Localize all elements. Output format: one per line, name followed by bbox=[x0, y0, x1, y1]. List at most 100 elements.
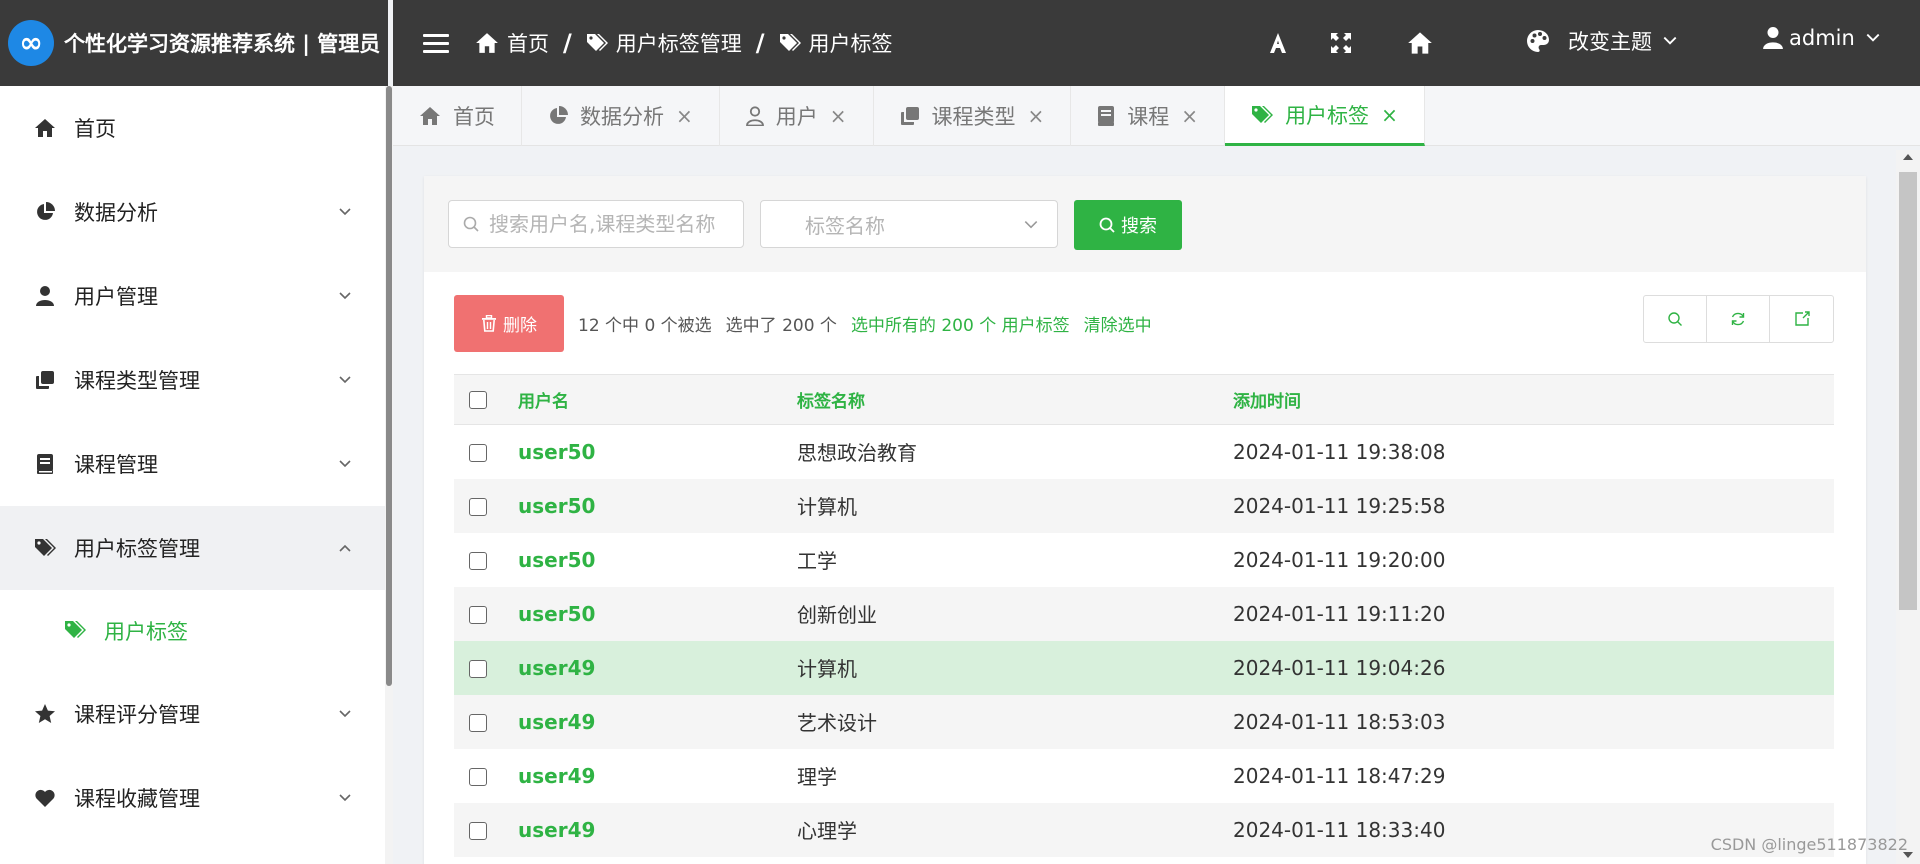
close-icon[interactable]: × bbox=[1028, 104, 1045, 128]
breadcrumb-label: 首页 bbox=[507, 32, 549, 56]
row-checkbox[interactable] bbox=[469, 660, 487, 678]
home-shortcut-icon[interactable] bbox=[1405, 28, 1435, 58]
added-time-cell: 2024-01-11 19:20:00 bbox=[1233, 547, 1446, 572]
column-header-tag-name[interactable]: 标签名称 bbox=[797, 374, 1233, 425]
chevron-down-icon bbox=[339, 376, 351, 384]
refresh-button[interactable] bbox=[1707, 296, 1770, 342]
pie-chart-icon bbox=[34, 201, 56, 223]
column-header-added-time[interactable]: 添加时间 bbox=[1233, 374, 1834, 425]
pie-chart-icon bbox=[550, 106, 568, 124]
tags-icon bbox=[64, 620, 86, 642]
selection-count: 12 个中 0 个被选 bbox=[578, 316, 712, 336]
sidebar-item-label: 用户管理 bbox=[74, 285, 158, 309]
clear-selection-link[interactable]: 清除选中 bbox=[1084, 311, 1152, 336]
table-row: user50 计算机 2024-01-11 19:25:58 bbox=[454, 478, 1834, 533]
sidebar-scrollbar-thumb[interactable] bbox=[386, 86, 392, 686]
breadcrumb-item-home[interactable]: 首页 bbox=[475, 28, 549, 58]
tags-icon bbox=[586, 34, 608, 51]
close-icon[interactable]: × bbox=[676, 104, 693, 128]
fullscreen-icon[interactable] bbox=[1326, 28, 1356, 58]
close-icon[interactable]: × bbox=[830, 104, 847, 128]
sidebar-item-course-rating-management[interactable]: 课程评分管理 bbox=[0, 672, 388, 756]
breadcrumb-separator: / bbox=[563, 29, 572, 57]
sidebar-item-user-management[interactable]: 用户管理 bbox=[0, 254, 388, 338]
sidebar-item-label: 课程评分管理 bbox=[74, 703, 200, 727]
select-all-checkbox[interactable] bbox=[469, 390, 487, 409]
tab-user-tag[interactable]: 用户标签 × bbox=[1225, 86, 1425, 146]
tab-data-analysis[interactable]: 数据分析 × bbox=[522, 86, 720, 146]
search-field[interactable] bbox=[448, 200, 744, 248]
sidebar-scrollbar[interactable] bbox=[385, 86, 393, 864]
added-time-cell: 2024-01-11 18:47:29 bbox=[1233, 763, 1446, 788]
content-scrollbar-thumb[interactable] bbox=[1899, 172, 1917, 610]
breadcrumb: 首页 / 用户标签管理 / 用户标签 bbox=[475, 28, 893, 58]
close-icon[interactable]: × bbox=[1181, 104, 1198, 128]
sidebar-item-user-tag-management[interactable]: 用户标签管理 bbox=[0, 506, 388, 590]
trash-icon bbox=[482, 315, 496, 332]
tags-icon bbox=[1252, 105, 1274, 123]
scroll-up-arrow-icon[interactable] bbox=[1903, 154, 1913, 160]
sidebar-item-data-analysis[interactable]: 数据分析 bbox=[0, 170, 388, 254]
tab-home[interactable]: 首页 bbox=[393, 86, 522, 146]
font-size-icon[interactable] bbox=[1263, 28, 1293, 58]
export-button[interactable] bbox=[1770, 296, 1833, 342]
book-icon bbox=[1098, 106, 1115, 126]
search-input[interactable] bbox=[489, 212, 729, 236]
user-menu[interactable]: admin bbox=[1763, 26, 1881, 50]
tags-icon bbox=[779, 34, 801, 51]
username-cell[interactable]: user49 bbox=[518, 694, 797, 749]
tab-label: 数据分析 bbox=[580, 105, 664, 129]
menu-toggle-icon[interactable] bbox=[423, 30, 449, 56]
row-checkbox[interactable] bbox=[469, 822, 487, 840]
table-row: user49 理学 2024-01-11 18:47:29 bbox=[454, 749, 1834, 803]
clone-icon bbox=[34, 369, 56, 391]
sidebar-subitem-label: 用户标签 bbox=[104, 620, 188, 644]
row-checkbox[interactable] bbox=[469, 768, 487, 786]
breadcrumb-item-user-tag: 用户标签 bbox=[779, 28, 893, 58]
added-time-cell: 2024-01-11 18:53:03 bbox=[1233, 694, 1834, 749]
tab-course[interactable]: 课程 × bbox=[1071, 86, 1226, 146]
search-button[interactable]: 搜索 bbox=[1074, 200, 1182, 250]
search-icon bbox=[1099, 217, 1115, 233]
select-all-link[interactable]: 选中所有的 200 个 用户标签 bbox=[851, 311, 1070, 336]
table-row: user49 心理学 2024-01-11 18:33:40 bbox=[454, 802, 1834, 857]
username-cell[interactable]: user49 bbox=[518, 749, 797, 803]
row-checkbox[interactable] bbox=[469, 714, 487, 732]
sidebar-item-course-type-management[interactable]: 课程类型管理 bbox=[0, 338, 388, 422]
added-time-cell: 2024-01-11 19:38:08 bbox=[1233, 439, 1446, 464]
sidebar-item-course-favorite-management[interactable]: 课程收藏管理 bbox=[0, 756, 388, 840]
toggle-search-button[interactable] bbox=[1644, 296, 1707, 342]
tag-name-select[interactable]: 标签名称 bbox=[760, 200, 1058, 248]
username-cell[interactable]: user50 bbox=[518, 478, 797, 533]
username-cell[interactable]: user50 bbox=[518, 425, 797, 479]
theme-switcher[interactable]: 改变主题 bbox=[1526, 26, 1678, 56]
username-cell[interactable]: user49 bbox=[518, 802, 797, 857]
sidebar-item-label: 课程收藏管理 bbox=[74, 787, 200, 811]
sidebar-item-home[interactable]: 首页 bbox=[0, 86, 388, 170]
close-icon[interactable]: × bbox=[1381, 103, 1398, 127]
chevron-down-icon bbox=[1024, 221, 1038, 229]
chevron-down-icon bbox=[339, 292, 351, 300]
row-checkbox[interactable] bbox=[469, 552, 487, 570]
username-cell[interactable]: user50 bbox=[518, 586, 797, 641]
tab-user[interactable]: 用户 × bbox=[720, 86, 874, 146]
tab-course-type[interactable]: 课程类型 × bbox=[874, 86, 1072, 146]
row-checkbox[interactable] bbox=[469, 606, 487, 624]
sidebar-subitem-user-tag[interactable]: 用户标签 bbox=[0, 590, 388, 672]
sidebar-item-course-management[interactable]: 课程管理 bbox=[0, 422, 388, 506]
row-checkbox[interactable] bbox=[469, 498, 487, 516]
delete-button[interactable]: 删除 bbox=[454, 295, 564, 352]
content-scrollbar[interactable] bbox=[1896, 150, 1920, 864]
search-icon bbox=[1668, 312, 1682, 326]
brand-header: ∞ 个性化学习资源推荐系统 | 管理员 bbox=[0, 0, 388, 86]
heart-icon bbox=[34, 787, 56, 809]
row-checkbox[interactable] bbox=[469, 444, 487, 463]
app-title: 个性化学习资源推荐系统 | 管理员 bbox=[64, 32, 381, 56]
table-row: user50 思想政治教育 2024-01-11 19:38:08 bbox=[454, 425, 1834, 479]
breadcrumb-separator: / bbox=[755, 29, 765, 57]
breadcrumb-item-user-tag-management[interactable]: 用户标签管理 bbox=[586, 28, 742, 58]
column-header-username[interactable]: 用户名 bbox=[518, 374, 797, 425]
breadcrumb-label: 用户标签 bbox=[808, 32, 893, 56]
username-cell[interactable]: user49 bbox=[518, 640, 797, 695]
username-cell[interactable]: user50 bbox=[518, 533, 797, 587]
